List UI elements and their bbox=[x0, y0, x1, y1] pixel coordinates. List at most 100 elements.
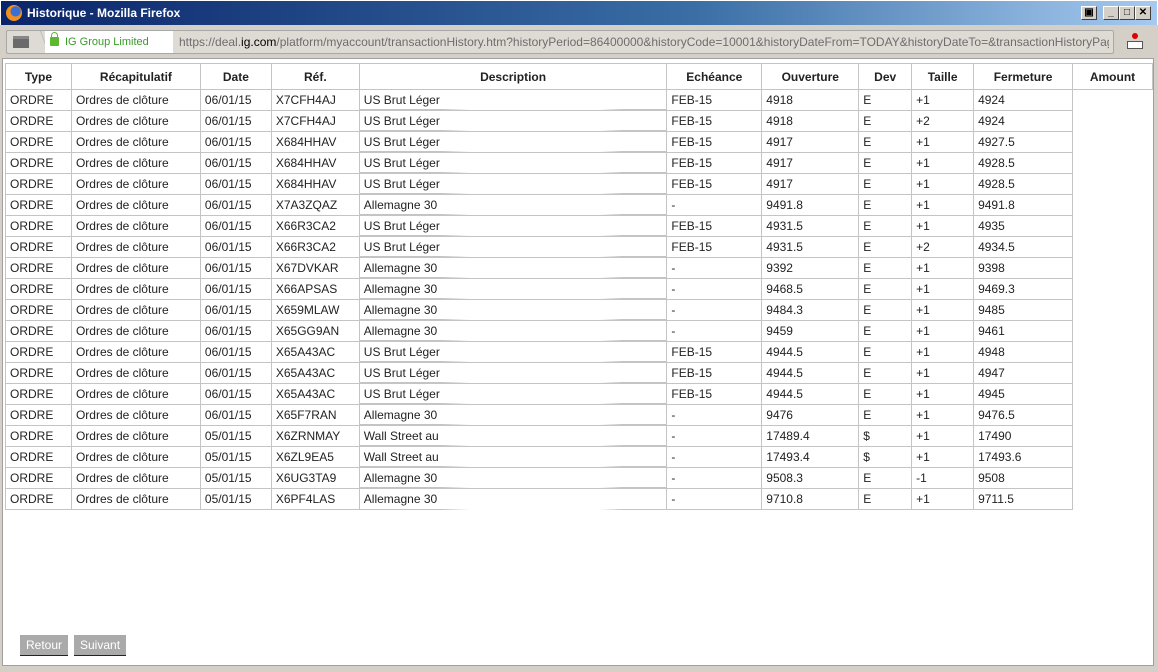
url-prefix: https://deal. bbox=[179, 35, 242, 49]
table-cell: ORDRE bbox=[5, 89, 72, 111]
table-cell: 4924 bbox=[973, 89, 1073, 111]
table-row: ORDRE Ordres de clôture 06/01/15 X65A43AC US… bbox=[5, 383, 1153, 405]
table-cell: 06/01/15 bbox=[199, 152, 272, 174]
notification-icon[interactable] bbox=[1126, 33, 1144, 51]
table-cell: 9484.3 bbox=[761, 299, 860, 321]
table-row: ORDRE Ordres de clôture 06/01/15 X66R3CA2 US… bbox=[5, 236, 1153, 258]
column-header: Taille bbox=[911, 63, 975, 90]
table-cell: 4948 bbox=[973, 341, 1073, 363]
table-cell: Wall Street au bbox=[358, 425, 668, 447]
table-cell: E bbox=[858, 131, 913, 153]
table-cell: 06/01/15 bbox=[199, 110, 272, 132]
table-cell: E bbox=[858, 89, 913, 111]
table-cell: 06/01/15 bbox=[199, 278, 272, 300]
next-button[interactable]: Suivant bbox=[74, 635, 127, 656]
table-cell: - bbox=[666, 467, 763, 489]
window-titlebar: Historique - Mozilla Firefox ▣ _ □ ✕ bbox=[0, 0, 1158, 25]
table-cell: 9491.8 bbox=[973, 194, 1073, 216]
table-cell: 4944.5 bbox=[761, 362, 860, 384]
table-cell: Ordres de clôture bbox=[70, 362, 201, 384]
amount-cell bbox=[1072, 425, 1153, 447]
table-cell: 05/01/15 bbox=[199, 467, 272, 489]
table-cell: 06/01/15 bbox=[199, 173, 272, 195]
table-cell: ORDRE bbox=[5, 425, 72, 447]
url-domain: ig.com bbox=[241, 35, 277, 49]
column-header: Echéance bbox=[666, 63, 763, 90]
amount-cell bbox=[1072, 320, 1153, 342]
back-button[interactable]: Retour bbox=[20, 635, 69, 656]
close-button[interactable]: ✕ bbox=[1135, 6, 1151, 20]
maximize-button[interactable]: □ bbox=[1119, 6, 1135, 20]
table-cell: Ordres de clôture bbox=[70, 341, 201, 363]
table-cell: 9485 bbox=[973, 299, 1073, 321]
table-cell: X65A43AC bbox=[270, 362, 360, 384]
site-identity[interactable]: IG Group Limited (GB) bbox=[45, 31, 173, 70]
table-cell: Allemagne 30 bbox=[358, 257, 668, 279]
table-row: ORDRE Ordres de clôture 06/01/15 X65F7RAN Al… bbox=[5, 404, 1153, 426]
table-cell: Ordres de clôture bbox=[70, 152, 201, 174]
table-cell: 4931.5 bbox=[761, 215, 860, 237]
table-cell: +2 bbox=[911, 110, 975, 132]
table-cell: +2 bbox=[911, 236, 975, 258]
table-cell: Ordres de clôture bbox=[70, 89, 201, 111]
url-bar[interactable]: IG Group Limited (GB) https://deal.ig.co… bbox=[6, 30, 1114, 70]
table-cell: +1 bbox=[911, 215, 975, 237]
table-cell: ORDRE bbox=[5, 446, 72, 468]
minimize-button[interactable]: _ bbox=[1103, 6, 1119, 20]
table-cell: ORDRE bbox=[5, 278, 72, 300]
firefox-icon bbox=[6, 5, 22, 21]
table-cell: E bbox=[858, 194, 913, 216]
table-cell: US Brut Léger bbox=[358, 341, 668, 363]
table-cell: 9469.3 bbox=[973, 278, 1073, 300]
table-row: ORDRE Ordres de clôture 06/01/15 X65GG9AN Al… bbox=[5, 320, 1153, 342]
table-cell: US Brut Léger bbox=[358, 215, 668, 237]
column-header: Ouverture bbox=[761, 63, 860, 90]
table-cell: 9491.8 bbox=[761, 194, 860, 216]
window-title: Historique - Mozilla Firefox bbox=[27, 6, 181, 20]
table-cell: +1 bbox=[911, 152, 975, 174]
lock-icon bbox=[50, 32, 59, 46]
table-cell: 4918 bbox=[761, 89, 860, 111]
table-cell: E bbox=[858, 362, 913, 384]
table-cell: - bbox=[666, 194, 763, 216]
transaction-history-table: Type Récapitulatif Date Réf. Description Eché… bbox=[5, 63, 1153, 510]
table-cell: +1 bbox=[911, 341, 975, 363]
table-cell: 4924 bbox=[973, 110, 1073, 132]
table-cell: Ordres de clôture bbox=[70, 383, 201, 405]
table-cell: 17493.4 bbox=[761, 446, 860, 468]
column-header: Récapitulatif bbox=[70, 63, 201, 90]
table-cell: 17489.4 bbox=[761, 425, 860, 447]
table-cell: E bbox=[858, 278, 913, 300]
table-cell: +1 bbox=[911, 425, 975, 447]
table-row: ORDRE Ordres de clôture 06/01/15 X65A43AC US… bbox=[5, 341, 1153, 363]
url-text[interactable]: https://deal.ig.com/platform/myaccount/t… bbox=[179, 31, 1109, 53]
restore-tab-icon[interactable]: ▣ bbox=[1081, 6, 1097, 20]
table-row: ORDRE Ordres de clôture 06/01/15 X684HHAV US… bbox=[5, 173, 1153, 195]
amount-cell bbox=[1072, 299, 1153, 321]
table-cell: 9476.5 bbox=[973, 404, 1073, 426]
table-cell: Wall Street au bbox=[358, 446, 668, 468]
table-cell: X684HHAV bbox=[270, 173, 360, 195]
column-header: Fermeture bbox=[973, 63, 1073, 90]
table-cell: Ordres de clôture bbox=[70, 278, 201, 300]
table-cell: 9476 bbox=[761, 404, 860, 426]
table-cell: E bbox=[858, 152, 913, 174]
table-cell: X7CFH4AJ bbox=[270, 89, 360, 111]
table-cell: X6PF4LAS bbox=[270, 488, 360, 510]
table-cell: FEB-15 bbox=[666, 89, 763, 111]
table-cell: 06/01/15 bbox=[199, 131, 272, 153]
table-cell: 06/01/15 bbox=[199, 194, 272, 216]
table-cell: Ordres de clôture bbox=[70, 488, 201, 510]
table-cell: Ordres de clôture bbox=[70, 194, 201, 216]
table-cell: Ordres de clôture bbox=[70, 404, 201, 426]
table-cell: Ordres de clôture bbox=[70, 110, 201, 132]
table-row: ORDRE Ordres de clôture 06/01/15 X7CFH4AJ US… bbox=[5, 89, 1153, 111]
table-cell: 4928.5 bbox=[973, 152, 1073, 174]
table-cell: FEB-15 bbox=[666, 173, 763, 195]
table-cell: +1 bbox=[911, 194, 975, 216]
table-cell: X6ZL9EA5 bbox=[270, 446, 360, 468]
table-cell: 06/01/15 bbox=[199, 215, 272, 237]
table-cell: X684HHAV bbox=[270, 131, 360, 153]
table-cell: X65F7RAN bbox=[270, 404, 360, 426]
table-cell: ORDRE bbox=[5, 152, 72, 174]
